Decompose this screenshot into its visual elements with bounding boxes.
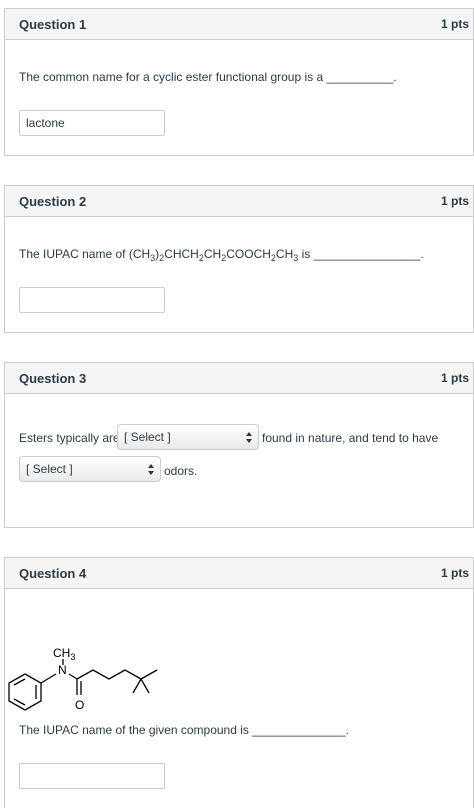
question-3-header: Question 3 1 pts — [5, 363, 473, 394]
question-2-title: Question 2 — [19, 193, 87, 209]
nitrogen-label: N — [58, 663, 67, 677]
question-3-card: Question 3 1 pts Esters typically are [ … — [4, 362, 474, 528]
oxygen-label: O — [75, 698, 84, 712]
question-3-select-2[interactable]: [ Select ] — [19, 456, 161, 482]
question-4-answer-input[interactable] — [19, 763, 165, 789]
select-1-value: [ Select ] — [124, 430, 171, 444]
select-arrows-icon — [246, 432, 253, 443]
question-3-select-1[interactable]: [ Select ] — [117, 424, 259, 450]
select-arrows-icon — [148, 464, 155, 475]
question-3-points: 1 pts — [440, 371, 469, 385]
n-carbonyl-bond — [68, 673, 78, 680]
question-3-text-1: Esters typically are — [19, 431, 120, 445]
question-1-card: Question 1 1 pts The common name for a c… — [4, 8, 474, 156]
question-3-title: Question 3 — [19, 370, 87, 386]
question-1-header: Question 1 1 pts — [5, 9, 473, 40]
formula-part: CHCH — [164, 247, 199, 261]
question-2-answer-input[interactable] — [19, 287, 165, 313]
question-2-text: The IUPAC name of (CH3)2CHCH2CH2COOCH2CH… — [19, 247, 424, 263]
question-3-text-3: odors. — [164, 464, 198, 478]
tert-butyl-bond — [140, 678, 150, 694]
ring-n-bond — [40, 673, 57, 684]
chemical-structure-image: CH3 N O — [8, 646, 158, 712]
formula-part: COOCH — [226, 247, 271, 261]
question-2-text-after: is ________________. — [298, 247, 424, 261]
question-4-points: 1 pts — [440, 566, 469, 580]
question-3-text-2: found in nature, and tend to have — [262, 431, 439, 445]
alkyl-chain — [76, 669, 142, 680]
select-2-value: [ Select ] — [26, 462, 73, 476]
question-1-points: 1 pts — [440, 17, 469, 31]
question-2-points: 1 pts — [440, 194, 469, 208]
tert-butyl-bond — [140, 669, 158, 680]
question-1-answer-input[interactable]: lactone — [19, 110, 165, 136]
question-1-text: The common name for a cyclic ester funct… — [19, 70, 397, 84]
question-2-text-before: The IUPAC name of (CH — [19, 247, 151, 261]
question-4-title: Question 4 — [19, 565, 87, 581]
question-4-card: Question 4 1 pts CH3 N O The IUPAC name … — [4, 557, 474, 808]
methyl-label: CH3 — [53, 646, 75, 662]
formula-part: CH — [275, 247, 294, 261]
question-2-card: Question 2 1 pts The IUPAC name of (CH3)… — [4, 185, 474, 333]
question-4-text: The IUPAC name of the given compound is … — [19, 723, 349, 737]
question-1-title: Question 1 — [19, 16, 87, 32]
formula-part: CH — [203, 247, 222, 261]
tert-butyl-bond — [132, 678, 142, 694]
question-4-header: Question 4 1 pts — [5, 558, 473, 589]
question-2-header: Question 2 1 pts — [5, 186, 473, 217]
